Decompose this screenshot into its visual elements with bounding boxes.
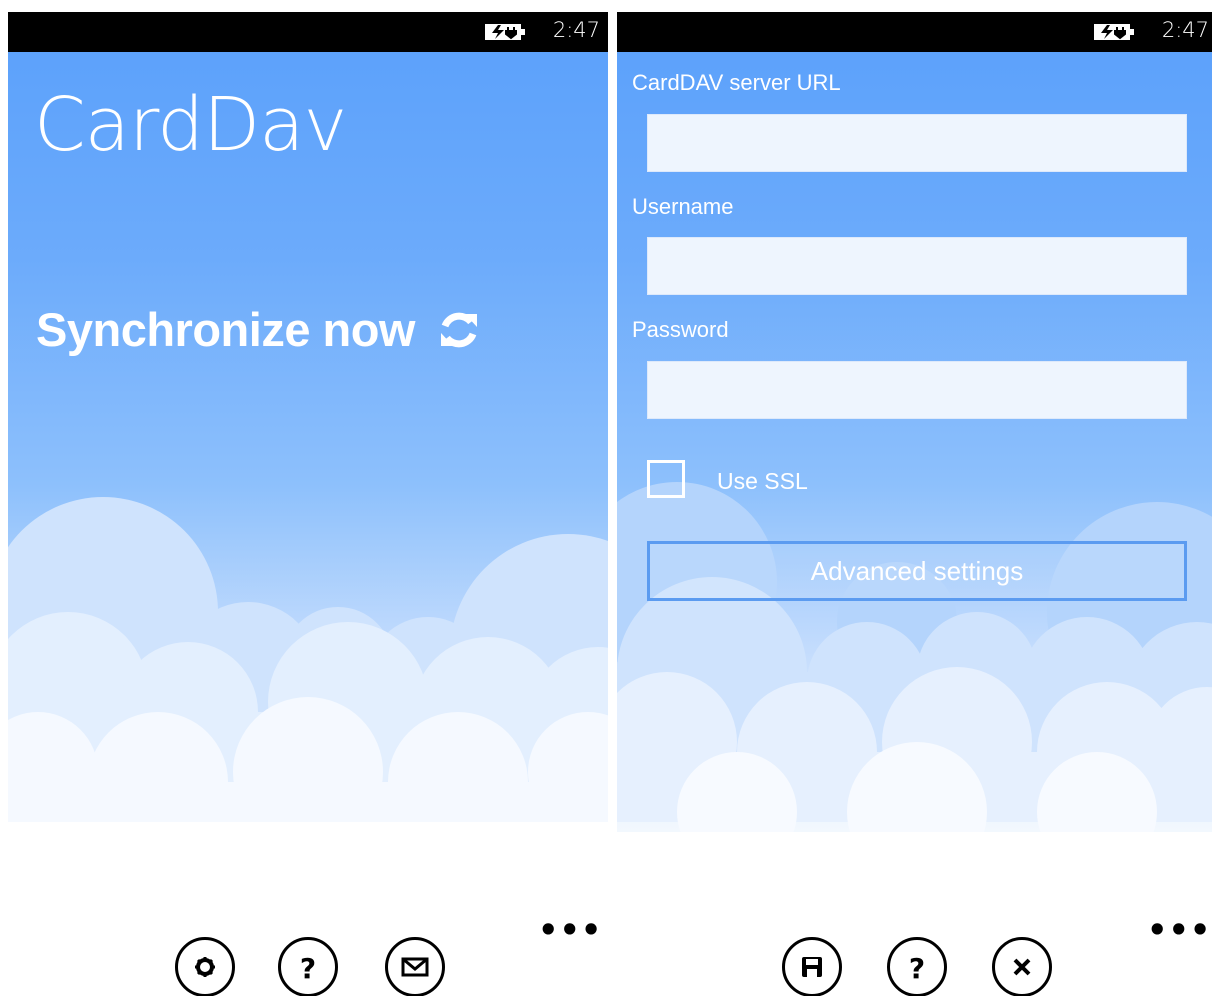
main-screen: 2:47 CardDav Synchronize now ? ••• (8, 12, 608, 996)
more-options-icon[interactable]: ••• (538, 914, 601, 946)
advanced-settings-button[interactable]: Advanced settings (647, 541, 1187, 601)
status-bar: 2:47 (8, 12, 608, 52)
battery-charging-icon (1094, 24, 1134, 40)
password-label: Password (632, 317, 729, 342)
mail-icon (401, 957, 429, 977)
settings-screen: 2:47 CardDAV server URL Username Passwor… (617, 12, 1212, 996)
close-icon (1013, 958, 1031, 976)
help-button[interactable]: ? (278, 937, 338, 996)
mail-button[interactable] (385, 937, 445, 996)
server-url-input[interactable] (647, 114, 1187, 172)
help-button[interactable]: ? (887, 937, 947, 996)
settings-button[interactable] (175, 937, 235, 996)
help-icon: ? (909, 952, 925, 984)
status-time: 2:47 (1161, 18, 1209, 42)
svg-text:?: ? (300, 952, 316, 984)
more-options-icon[interactable]: ••• (1147, 914, 1210, 946)
username-label: Username (632, 194, 734, 219)
help-icon: ? (300, 952, 316, 984)
synchronize-now-button[interactable]: Synchronize now (36, 302, 481, 357)
settings-icon (195, 957, 215, 977)
battery-charging-icon (485, 24, 525, 40)
use-ssl-label: Use SSL (717, 468, 808, 494)
status-time: 2:47 (552, 18, 600, 42)
password-input[interactable] (647, 361, 1187, 419)
status-bar: 2:47 (617, 12, 1212, 52)
server-url-label: CardDAV server URL (632, 70, 841, 95)
app-title: CardDav (34, 82, 347, 168)
save-button[interactable] (782, 937, 842, 996)
username-input[interactable] (647, 237, 1187, 295)
refresh-icon (441, 312, 477, 347)
save-icon (802, 957, 822, 977)
use-ssl-checkbox[interactable] (647, 460, 685, 498)
synchronize-now-label: Synchronize now (36, 303, 416, 356)
svg-text:?: ? (909, 952, 925, 984)
cancel-button[interactable] (992, 937, 1052, 996)
